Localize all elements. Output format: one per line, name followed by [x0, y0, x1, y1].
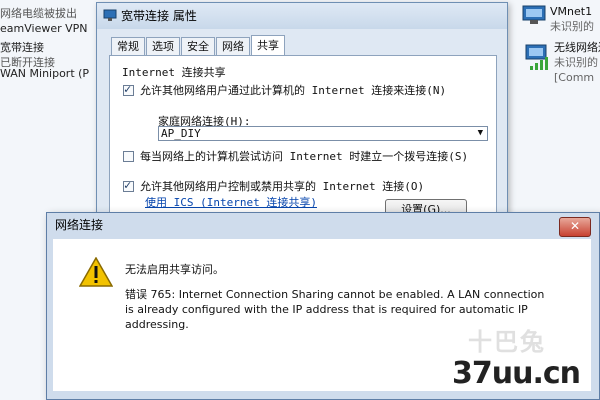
connection-name: 宽带连接 [0, 41, 44, 54]
dial-on-demand-label: 每当网络上的计算机尝试访问 Internet 时建立一个拨号连接(S) [140, 150, 469, 163]
connection-name: WAN Miniport (P [0, 67, 90, 80]
error-dialog-title[interactable]: 网络连接 [47, 213, 599, 239]
connection-status: 未识别的 [550, 20, 594, 33]
allow-sharing-label: 允许其他网络用户通过此计算机的 Internet 连接来连接(N) [140, 84, 447, 97]
connection-device: [Comm [554, 71, 595, 84]
watermark-site-text: 37uu.cn [452, 356, 581, 391]
watermark-ghost-text: 十巴兔 [468, 328, 546, 356]
dial-on-demand-option[interactable]: 每当网络上的计算机尝试访问 Internet 时建立一个拨号连接(S) [123, 150, 470, 163]
tab-general[interactable]: 常规 [111, 37, 145, 55]
checkmark-icon: ✓ [124, 178, 132, 192]
home-network-value: AP_DIY [161, 127, 201, 140]
ics-group-title: Internet 连接共享 [122, 66, 226, 79]
error-main-message: 无法启用共享访问。 [125, 263, 224, 276]
ics-help-link[interactable]: 使用 ICS (Internet 连接共享) [145, 194, 317, 210]
close-icon: ✕ [569, 219, 581, 233]
connection-status: 未识别的 [554, 56, 598, 69]
network-connection-icon [103, 9, 117, 21]
connection-item-vmnet[interactable]: VMnet1 未识别的 [550, 4, 600, 34]
connection-name: VMnet1 [550, 5, 593, 18]
connection-item-wireless[interactable]: 无线网络连 未识别的 [Comm [554, 40, 600, 85]
allow-control-checkbox[interactable]: ✓ [123, 178, 134, 192]
chevron-down-icon[interactable]: ▼ [478, 127, 483, 140]
properties-title: 宽带连接 属性 [121, 9, 197, 23]
allow-sharing-checkbox[interactable]: ✓ [123, 82, 134, 96]
connection-name: 无线网络连 [554, 41, 600, 54]
network-adapter-icon [522, 5, 546, 24]
warning-icon [79, 257, 113, 287]
connection-name: eamViewer VPN [0, 22, 88, 35]
connection-status: 网络电缆被拔出 [0, 7, 77, 20]
checkmark-icon: ✓ [124, 82, 132, 96]
properties-title-bar[interactable]: 宽带连接 属性 [97, 3, 507, 29]
tab-sharing[interactable]: 共享 [251, 35, 285, 55]
tab-options[interactable]: 选项 [146, 37, 180, 55]
allow-control-option[interactable]: ✓ 允许其他网络用户控制或禁用共享的 Internet 连接(O) [123, 179, 470, 193]
dial-on-demand-checkbox[interactable] [123, 151, 134, 162]
home-network-select[interactable]: AP_DIY ▼ [158, 126, 488, 141]
allow-sharing-option[interactable]: ✓ 允许其他网络用户通过此计算机的 Internet 连接来连接(N) [123, 83, 470, 97]
broadband-properties-dialog: 宽带连接 属性 常规 选项 安全 网络 共享 Internet 连接共享 ✓ 允… [96, 2, 508, 244]
tab-security[interactable]: 安全 [181, 37, 215, 55]
close-button[interactable]: ✕ [559, 217, 591, 237]
allow-control-label: 允许其他网络用户控制或禁用共享的 Internet 连接(O) [140, 180, 425, 193]
properties-tabs: 常规 选项 安全 网络 共享 [111, 35, 286, 55]
wireless-network-icon [525, 44, 548, 70]
tab-networking[interactable]: 网络 [216, 37, 250, 55]
connection-item-wan-miniport[interactable]: WAN Miniport (P [0, 66, 110, 81]
connection-item-teamviewer[interactable]: 网络电缆被拔出 eamViewer VPN [0, 6, 110, 36]
